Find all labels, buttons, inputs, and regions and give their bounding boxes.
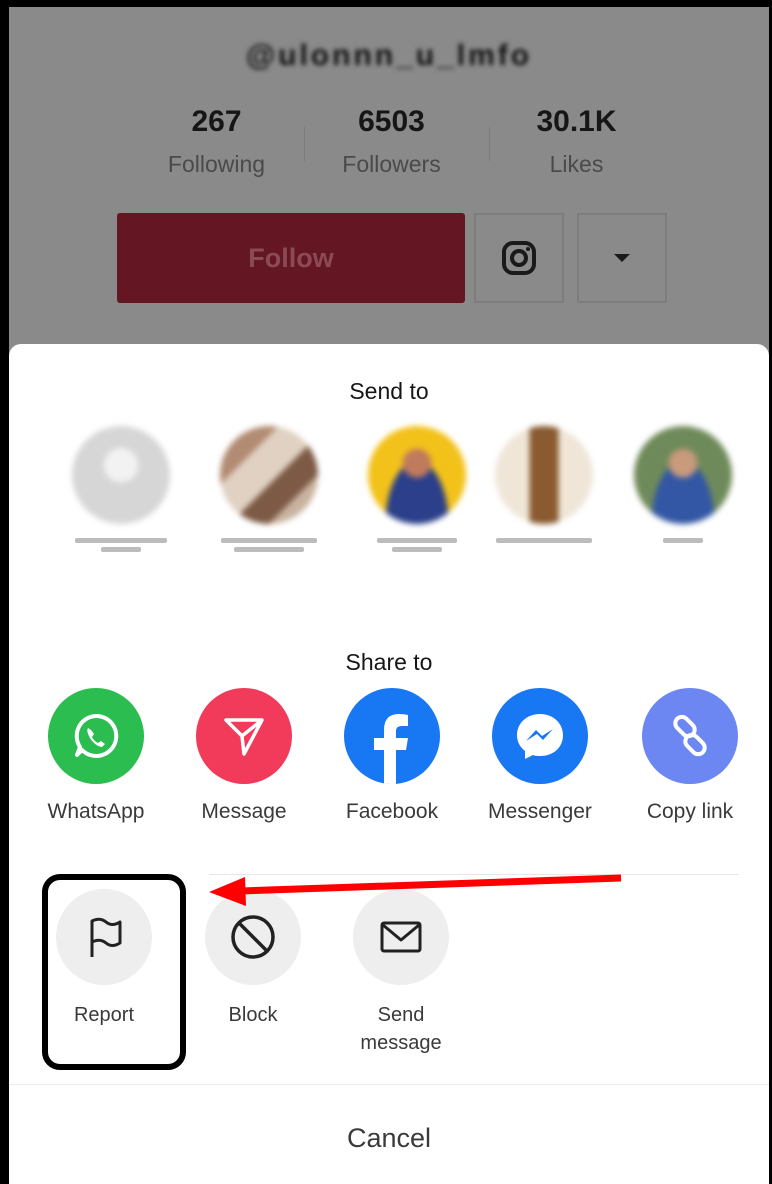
share-messenger[interactable]: Messenger <box>465 688 615 824</box>
avatar <box>495 426 593 524</box>
share-app-label: Message <box>201 800 287 823</box>
contact-name-blurred <box>61 538 181 558</box>
follow-button[interactable]: Follow <box>117 213 465 303</box>
avatar <box>72 426 170 524</box>
screenshot-frame: @ulonnn_u_lmfo 267 Following 6503 Follow… <box>0 0 772 1184</box>
avatar <box>220 426 318 524</box>
profile-header: @ulonnn_u_lmfo 267 Following 6503 Follow… <box>9 7 769 367</box>
block-label: Block <box>228 1004 278 1026</box>
stat-label: Following <box>167 151 266 177</box>
contact-item[interactable] <box>623 426 743 558</box>
stat-followers[interactable]: 6503 Followers <box>304 105 479 178</box>
share-app-label: WhatsApp <box>47 800 145 823</box>
share-to-title: Share to <box>345 649 433 675</box>
profile-stats: 267 Following 6503 Followers 30.1K Likes <box>129 105 654 185</box>
share-app-label: Messenger <box>488 800 592 823</box>
share-facebook[interactable]: Facebook <box>317 688 467 824</box>
cancel-button[interactable]: Cancel <box>9 1085 769 1184</box>
link-icon <box>642 688 738 784</box>
share-copy-link[interactable]: Copy link <box>615 688 765 824</box>
contacts-row <box>9 426 769 576</box>
contact-name-blurred <box>357 538 477 558</box>
stat-likes[interactable]: 30.1K Likes <box>489 105 664 178</box>
send-to-title: Send to <box>349 378 429 404</box>
facebook-icon <box>344 688 440 784</box>
send-message-label: Send message <box>360 1004 442 1054</box>
stat-following[interactable]: 267 Following <box>129 105 304 178</box>
profile-username: @ulonnn_u_lmfo <box>245 39 533 72</box>
contact-name-blurred <box>209 538 329 558</box>
whatsapp-icon <box>48 688 144 784</box>
send-message-button[interactable]: Send message <box>331 889 471 1057</box>
messenger-icon <box>492 688 588 784</box>
avatar <box>368 426 466 524</box>
contact-item[interactable] <box>209 426 329 558</box>
stat-label: Followers <box>342 151 441 177</box>
envelope-icon <box>353 889 449 985</box>
contact-item[interactable] <box>357 426 477 558</box>
stat-label: Likes <box>549 151 604 177</box>
contact-name-blurred <box>623 538 743 558</box>
block-button[interactable]: Block <box>183 889 323 1029</box>
caret-down-icon <box>614 254 630 262</box>
stat-value: 30.1K <box>536 105 617 138</box>
stat-value: 267 <box>191 105 242 138</box>
avatar <box>634 426 732 524</box>
contact-item[interactable] <box>61 426 181 558</box>
share-message[interactable]: Message <box>169 688 319 824</box>
share-whatsapp[interactable]: WhatsApp <box>21 688 171 824</box>
share-app-label: Facebook <box>345 800 439 823</box>
report-highlight-box <box>42 874 186 1070</box>
more-options-button[interactable] <box>577 213 667 303</box>
share-app-label: Copy link <box>646 800 734 823</box>
block-icon <box>205 889 301 985</box>
paper-plane-icon <box>196 688 292 784</box>
contact-name-blurred <box>484 538 604 558</box>
instagram-button[interactable] <box>474 213 564 303</box>
contact-item[interactable] <box>484 426 604 558</box>
stat-value: 6503 <box>358 105 425 138</box>
section-divider <box>209 874 739 875</box>
instagram-icon <box>502 241 536 275</box>
share-apps-row: WhatsApp Message Facebook Messenger Copy… <box>9 688 769 838</box>
